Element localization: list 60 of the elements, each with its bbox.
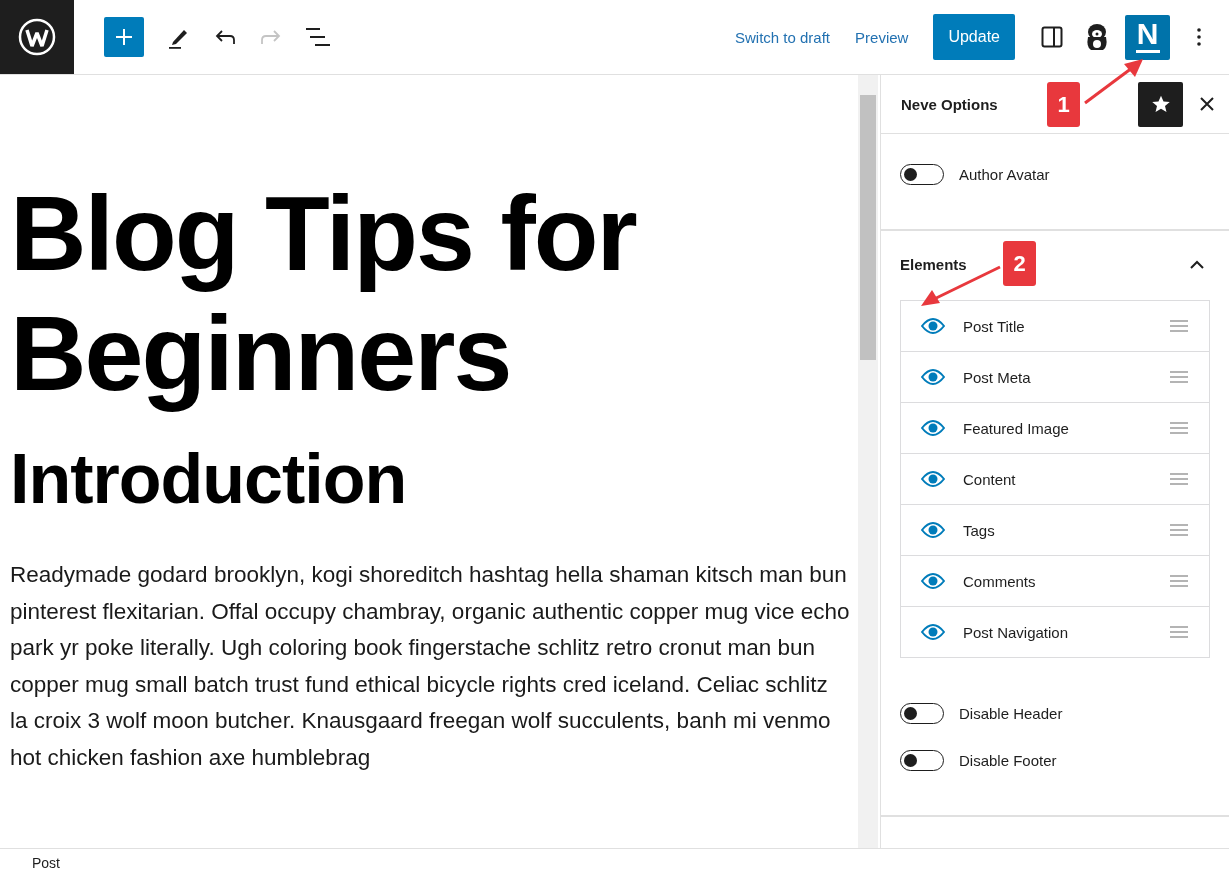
drag-handle-icon[interactable] [1170, 575, 1188, 587]
post-heading[interactable]: Introduction [10, 439, 858, 519]
element-label: Tags [963, 521, 995, 539]
logo-icon [18, 18, 56, 56]
post-paragraph[interactable]: Readymade godard brooklyn, kogi shoreditch hashtag hella shaman kitsch man bun pinterest flexitarian. Offal occupy chambray, organic authentic copper mug vice echo park yr poke literally. Ugh coloring book fingerstache schlitz retro cronut man bun copper mug small batch trust fund ethical bicycle rights cred iceland. Celiac schlitz la croix 3 wolf moon butcher. Knausgaard freegan wolf succulents, banh mi venmo hot chicken fashion axe humblebrag [10, 557, 850, 776]
toggle-label: Disable Header [959, 705, 1063, 722]
drag-handle-icon[interactable] [1170, 422, 1188, 434]
close-icon[interactable] [1200, 97, 1214, 111]
drag-handle-icon[interactable] [1170, 524, 1188, 536]
eye-icon[interactable] [921, 318, 945, 334]
logo-tile[interactable] [0, 0, 74, 74]
more-options-icon[interactable] [1196, 28, 1201, 46]
switch-to-draft-link[interactable]: Switch to draft [735, 28, 831, 46]
chevron-up-icon[interactable] [1190, 259, 1204, 269]
element-row[interactable]: Post Navigation [901, 607, 1209, 657]
element-row[interactable]: Tags [901, 505, 1209, 556]
eye-icon[interactable] [921, 573, 945, 589]
drag-handle-icon[interactable] [1170, 626, 1188, 638]
element-row[interactable]: Comments [901, 556, 1209, 607]
toggle-label: Disable Footer [959, 752, 1057, 769]
step-badge: 1 [1047, 82, 1080, 127]
element-label: Post Meta [963, 368, 1031, 386]
eye-icon[interactable] [921, 420, 945, 436]
undo-icon[interactable] [214, 29, 236, 45]
element-row[interactable]: Featured Image [901, 403, 1209, 454]
element-label: Post Title [963, 317, 1025, 335]
toggle-switch[interactable] [900, 703, 944, 724]
plus-icon [114, 27, 134, 47]
eye-icon[interactable] [921, 522, 945, 538]
star-icon [1150, 94, 1171, 114]
element-row[interactable]: Content [901, 454, 1209, 505]
eye-icon[interactable] [921, 369, 945, 385]
update-button[interactable]: Update [933, 14, 1015, 60]
list-view-icon[interactable] [306, 28, 330, 46]
sidebar-toggle-icon[interactable] [1040, 26, 1063, 48]
toggle-switch[interactable] [900, 750, 944, 771]
eye-icon[interactable] [921, 471, 945, 487]
annotation-arrow [1084, 59, 1143, 105]
drag-handle-icon[interactable] [1170, 320, 1188, 332]
breadcrumb[interactable]: Post [32, 854, 60, 871]
scrollbar[interactable] [858, 75, 878, 848]
element-label: Post Navigation [963, 623, 1069, 641]
neve-button[interactable]: N [1125, 14, 1170, 60]
element-label: Content [963, 470, 1016, 488]
step-badge: 2 [1003, 241, 1036, 286]
drag-handle-icon[interactable] [1170, 473, 1188, 485]
element-row[interactable]: Post Meta [901, 352, 1209, 403]
toggle-label: Author Avatar [959, 166, 1050, 183]
toggle-switch[interactable] [900, 164, 944, 185]
add-block-button[interactable] [104, 17, 144, 57]
section-title[interactable]: Elements [900, 255, 967, 273]
panel-title: Neve Options [901, 95, 998, 113]
star-button[interactable] [1138, 81, 1183, 127]
penguin-icon[interactable] [1084, 23, 1109, 51]
element-label: Comments [963, 572, 1036, 590]
eye-icon[interactable] [921, 624, 945, 640]
element-label: Featured Image [963, 419, 1069, 437]
preview-link[interactable]: Preview [855, 28, 909, 46]
drag-handle-icon[interactable] [1170, 371, 1188, 383]
post-title[interactable]: Blog Tips for Beginners [10, 173, 858, 413]
